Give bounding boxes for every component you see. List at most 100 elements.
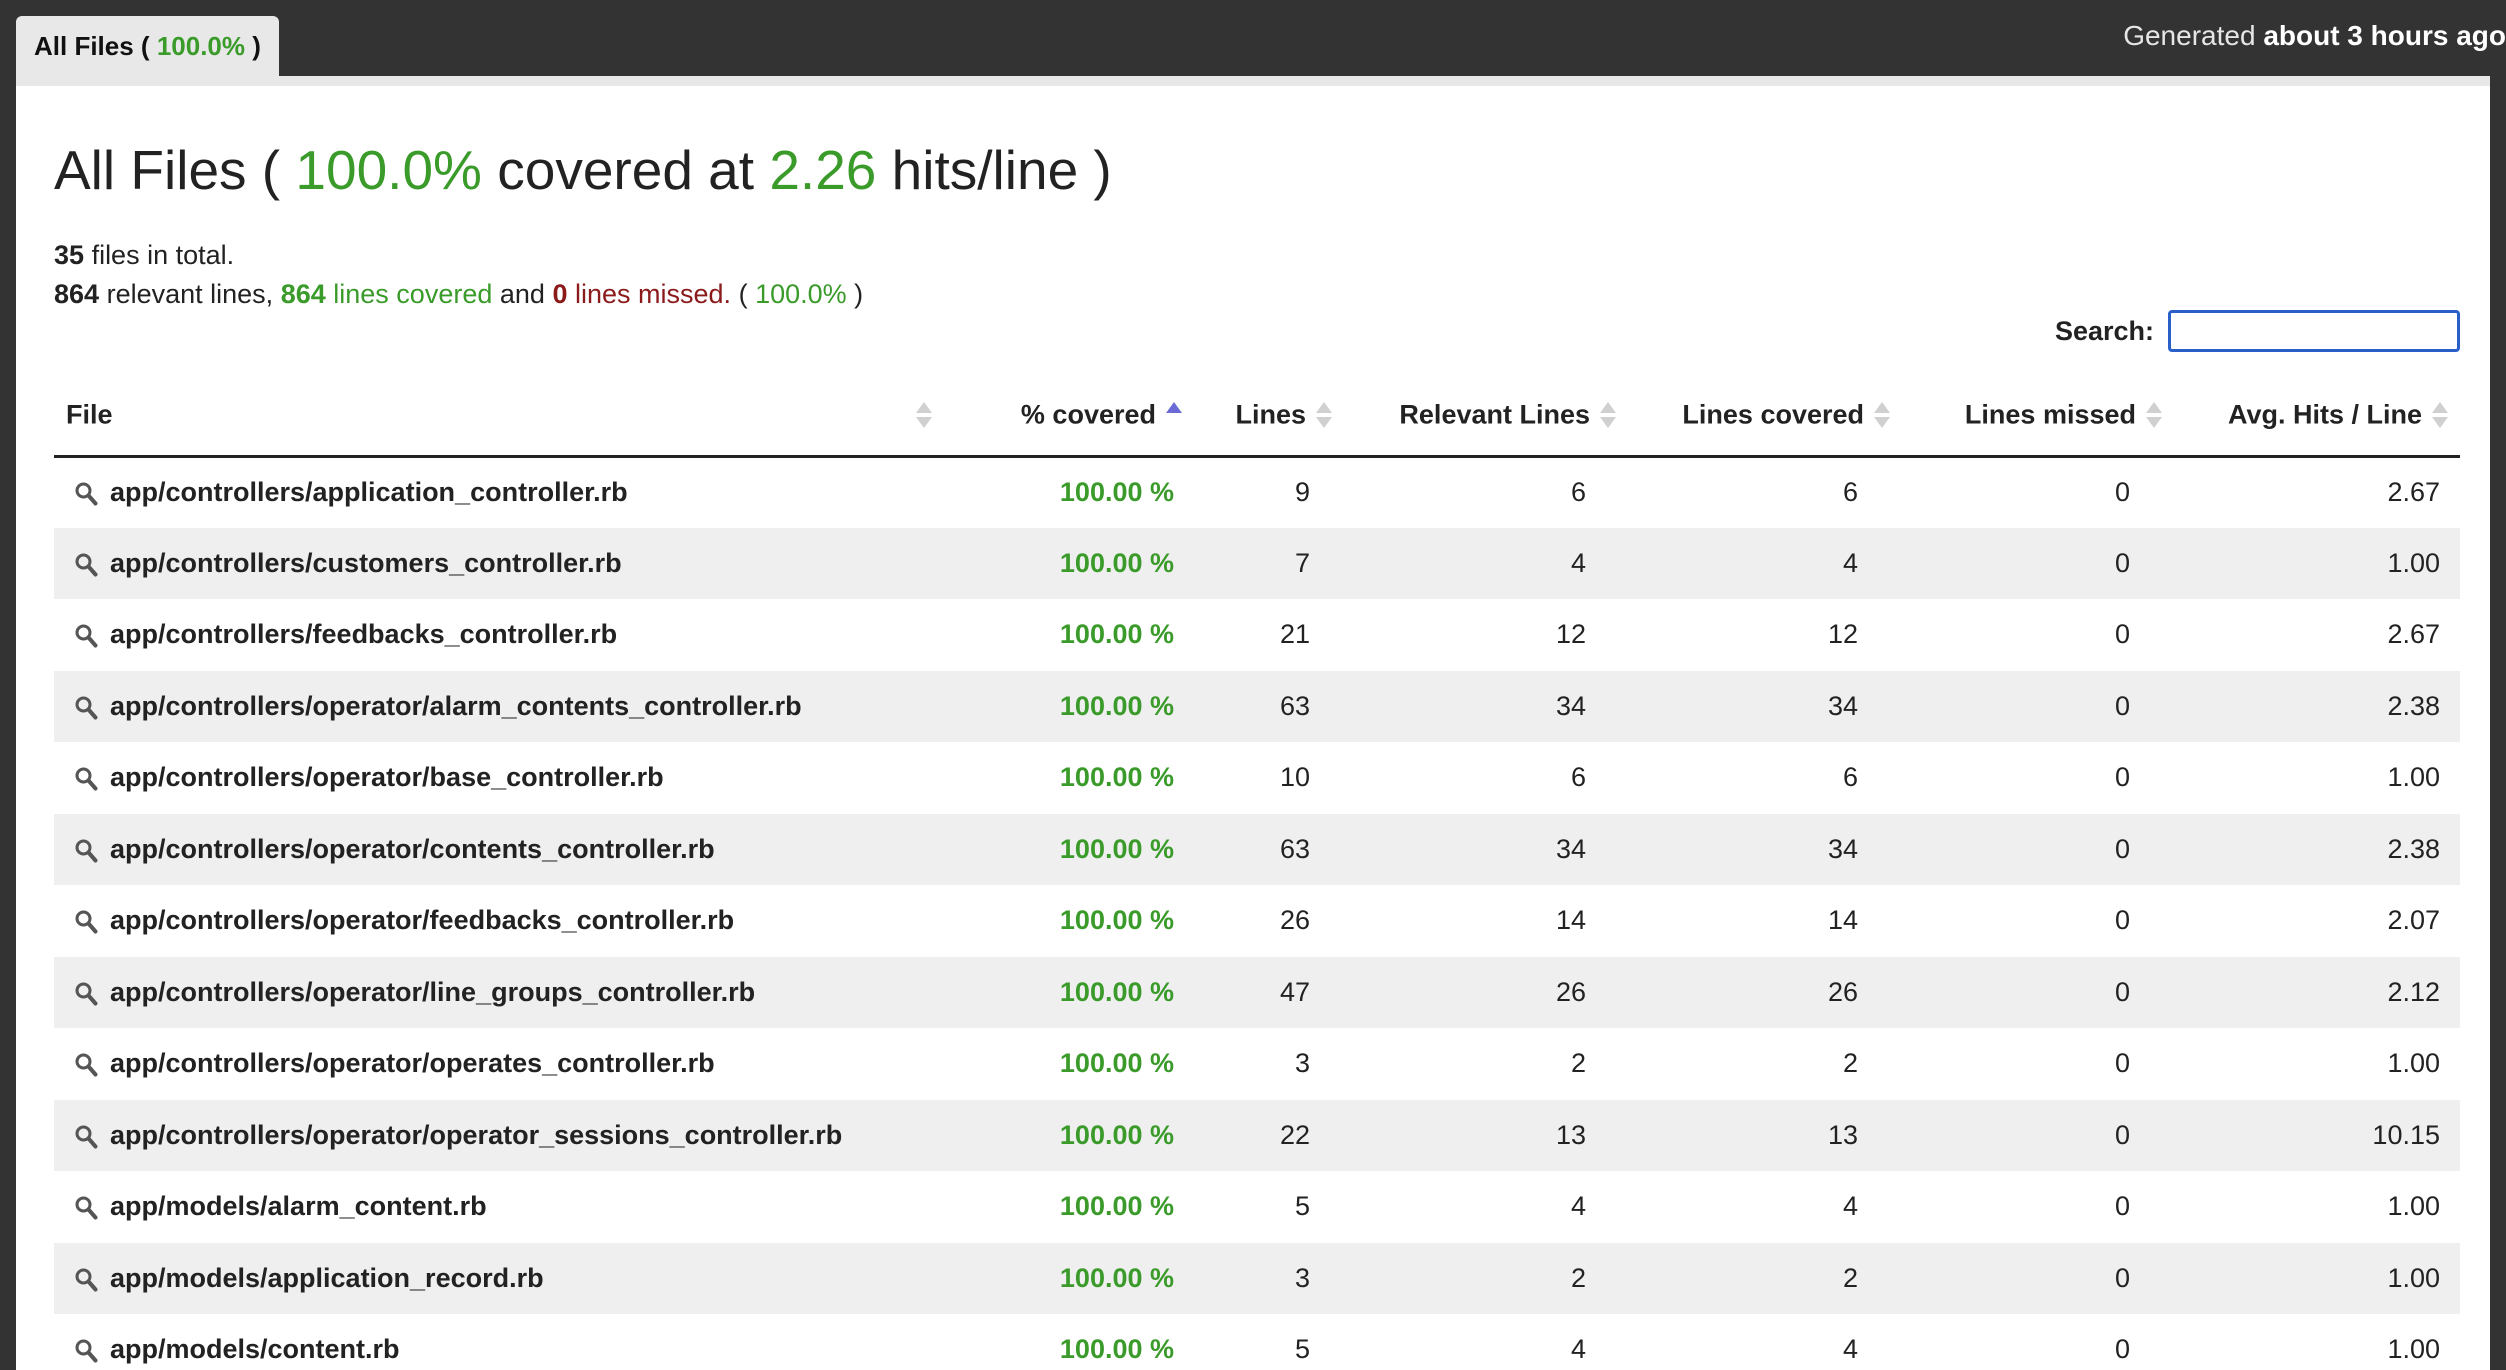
file-link[interactable]: app/controllers/operator/alarm_contents_…	[110, 691, 802, 721]
lines-covered-cell: 6	[1842, 477, 1858, 507]
covered-pct-cell: 100.00 %	[1059, 1262, 1174, 1293]
covered-pct-cell: 100.00 %	[1059, 477, 1174, 507]
file-cell[interactable]: app/controllers/operator/alarm_contents_…	[54, 671, 954, 743]
covered-pct-cell: 100.00 %	[1059, 976, 1174, 1007]
files-text: files in total.	[91, 240, 235, 270]
file-cell[interactable]: app/controllers/application_controller.r…	[54, 456, 954, 528]
relevant-lines-cell: 6	[1570, 762, 1586, 793]
file-cell[interactable]: app/controllers/feedbacks_controller.rb	[54, 599, 954, 671]
title-coverage-pct: 100.0%	[295, 139, 482, 201]
file-link[interactable]: app/controllers/customers_controller.rb	[110, 548, 622, 578]
lines-missed-cell: 0	[2114, 1334, 2130, 1365]
file-cell[interactable]: app/controllers/operator/operates_contro…	[54, 1028, 954, 1100]
top-bar: All Files ( 100.0% ) Generated about 3 h…	[0, 0, 2506, 76]
main-panel: All Files ( 100.0% covered at 2.26 hits/…	[16, 76, 2490, 1370]
generated-time: about 3 hours ago	[2263, 20, 2506, 51]
covered-pct-cell: 100.00 %	[1059, 619, 1174, 650]
file-link[interactable]: app/controllers/operator/operates_contro…	[110, 1048, 715, 1078]
relevant-lines-cell: 6	[1570, 477, 1586, 507]
lines-cell: 63	[1279, 690, 1310, 721]
lines-missed-cell: 0	[2114, 1048, 2130, 1079]
avg-hits-cell: 1.00	[2387, 1048, 2440, 1079]
lines-cell: 5	[1294, 1191, 1310, 1222]
table-row: app/models/alarm_content.rb 100.00 % 5 4 4 0 1…	[54, 1171, 2460, 1243]
relevant-lines-cell: 13	[1555, 1119, 1586, 1150]
file-link[interactable]: app/controllers/operator/feedbacks_contr…	[110, 905, 734, 935]
lines-cell: 9	[1294, 477, 1310, 507]
column-header-covered[interactable]: % covered	[954, 374, 1194, 458]
lines-cell: 10	[1279, 762, 1310, 793]
files-total-line: 35 files in total.	[54, 236, 863, 275]
table-row: app/models/application_record.rb 100.00 %…	[54, 1242, 2460, 1315]
magnifier-icon[interactable]	[74, 695, 98, 721]
lines-missed-cell: 0	[2114, 762, 2130, 793]
avg-hits-cell: 2.12	[2387, 976, 2440, 1007]
magnifier-icon[interactable]	[74, 552, 98, 578]
file-link[interactable]: app/controllers/application_controller.r…	[110, 477, 628, 507]
magnifier-icon[interactable]	[74, 1052, 98, 1078]
file-cell[interactable]: app/controllers/operator/operator_sessio…	[54, 1100, 954, 1172]
tab-all-files[interactable]: All Files ( 100.0% )	[16, 16, 279, 76]
file-link[interactable]: app/controllers/feedbacks_controller.rb	[110, 619, 617, 649]
lines-covered-cell: 34	[1827, 833, 1858, 864]
file-link[interactable]: app/models/content.rb	[110, 1334, 400, 1364]
title-hits: 2.26	[769, 139, 877, 201]
missed-text: lines missed.	[575, 279, 732, 309]
search-label: Search:	[2054, 315, 2154, 346]
lines-summary-line: 864 relevant lines, 864 lines covered an…	[54, 279, 864, 309]
title-prefix: All Files (	[54, 139, 281, 201]
title-mid: covered at	[497, 139, 755, 201]
column-header-lines-missed[interactable]: Lines missed	[1902, 374, 2174, 458]
magnifier-icon[interactable]	[74, 838, 98, 864]
avg-hits-cell: 10.15	[2372, 1119, 2440, 1150]
magnifier-icon[interactable]	[74, 1338, 98, 1364]
file-cell[interactable]: app/controllers/customers_controller.rb	[54, 528, 954, 600]
file-cell[interactable]: app/controllers/operator/line_groups_con…	[54, 957, 954, 1029]
file-cell[interactable]: app/models/alarm_content.rb	[54, 1171, 954, 1243]
lines-missed-cell: 0	[2114, 1262, 2130, 1293]
file-cell[interactable]: app/models/application_record.rb	[54, 1243, 954, 1315]
file-link[interactable]: app/controllers/operator/base_controller…	[110, 762, 664, 792]
search-box: Search:	[2055, 309, 2460, 353]
sort-arrows-icon	[916, 402, 932, 428]
file-cell[interactable]: app/models/content.rb	[54, 1314, 954, 1370]
magnifier-icon[interactable]	[74, 1124, 98, 1150]
file-link[interactable]: app/models/application_record.rb	[110, 1263, 544, 1293]
file-cell[interactable]: app/controllers/operator/contents_contro…	[54, 814, 954, 886]
file-cell[interactable]: app/controllers/operator/feedbacks_contr…	[54, 885, 954, 957]
magnifier-icon[interactable]	[74, 481, 98, 507]
tab-coverage-pct: 100.0%	[156, 31, 245, 61]
lines-missed-cell: 0	[2114, 905, 2130, 936]
search-input[interactable]	[2168, 310, 2460, 352]
magnifier-icon[interactable]	[74, 1267, 98, 1293]
column-header-lines-covered[interactable]: Lines covered	[1628, 374, 1902, 458]
lines-covered-cell: 2	[1842, 1262, 1858, 1293]
lines-cell: 26	[1279, 905, 1310, 936]
magnifier-icon[interactable]	[74, 623, 98, 649]
column-header-avg-hits[interactable]: Avg. Hits / Line	[2174, 374, 2460, 458]
sort-arrows-icon	[1874, 401, 1890, 428]
tab-label: All Files	[34, 31, 134, 61]
table-row: app/controllers/operator/operates_contro…	[54, 1028, 2460, 1100]
relevant-count: 864	[54, 279, 100, 309]
magnifier-icon[interactable]	[74, 981, 98, 1007]
lines-covered-cell: 4	[1842, 1334, 1858, 1365]
table-row: app/controllers/operator/feedbacks_contr…	[54, 885, 2460, 957]
file-link[interactable]: app/models/alarm_content.rb	[110, 1191, 487, 1221]
column-header-relevant-lines[interactable]: Relevant Lines	[1344, 374, 1628, 458]
file-cell[interactable]: app/controllers/operator/base_controller…	[54, 742, 954, 814]
lines-cell: 63	[1279, 833, 1310, 864]
magnifier-icon[interactable]	[74, 909, 98, 935]
file-link[interactable]: app/controllers/operator/line_groups_con…	[110, 977, 755, 1007]
file-link[interactable]: app/controllers/operator/contents_contro…	[110, 834, 715, 864]
file-link[interactable]: app/controllers/operator/operator_sessio…	[110, 1120, 842, 1150]
lines-covered-cell: 6	[1842, 762, 1858, 793]
column-header-lines[interactable]: Lines	[1194, 374, 1344, 458]
table-row: app/controllers/operator/base_controller…	[54, 742, 2460, 814]
magnifier-icon[interactable]	[74, 766, 98, 792]
lines-covered-cell: 4	[1842, 1191, 1858, 1222]
magnifier-icon[interactable]	[74, 1195, 98, 1221]
avg-hits-cell: 2.67	[2387, 619, 2440, 650]
column-header-file[interactable]: File	[54, 374, 954, 458]
sort-arrows-icon	[1316, 401, 1332, 428]
